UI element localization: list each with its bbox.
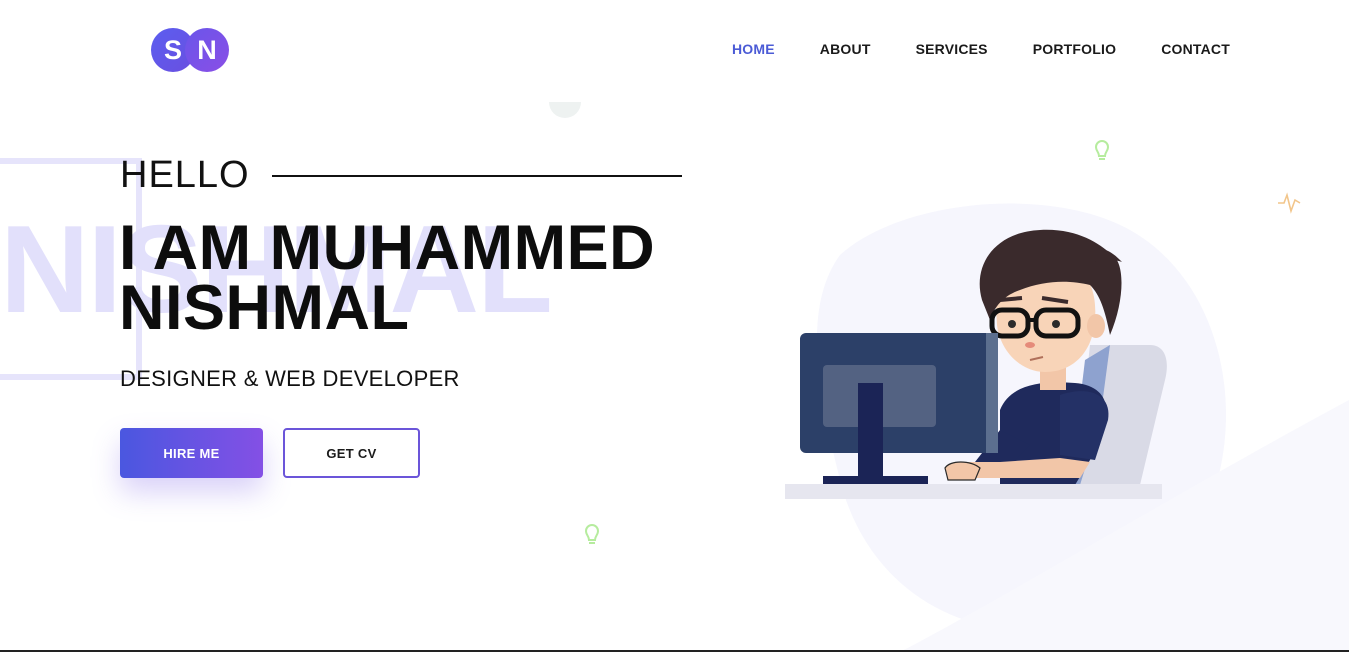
nav-item-home[interactable]: HOME [732,41,775,57]
logo-letter-n: N [185,28,229,72]
lightbulb-icon [584,524,600,544]
greeting-divider [271,174,682,177]
nav-item-contact[interactable]: CONTACT [1161,41,1230,57]
greeting-row: HELLO [120,154,682,197]
logo[interactable]: S N [151,28,231,72]
desk [785,484,1162,499]
hero-subtitle: DESIGNER & WEB DEVELOPER [120,366,460,391]
get-cv-button[interactable]: GET CV [283,428,420,478]
main-nav: HOME ABOUT SERVICES PORTFOLIO CONTACT [687,41,1230,57]
greeting-text: HELLO [120,154,250,196]
headline-line-2: NISHMAL [119,273,410,343]
lightbulb-icon [1094,140,1110,160]
hire-me-button[interactable]: HIRE ME [120,428,263,478]
nav-item-services[interactable]: SERVICES [916,41,988,57]
heartbeat-icon [1278,192,1301,214]
nav-item-about[interactable]: ABOUT [820,41,871,57]
nav-item-portfolio[interactable]: PORTFOLIO [1033,41,1116,57]
hero-headline: I AM MUHAMMED NISHMAL [119,217,655,340]
